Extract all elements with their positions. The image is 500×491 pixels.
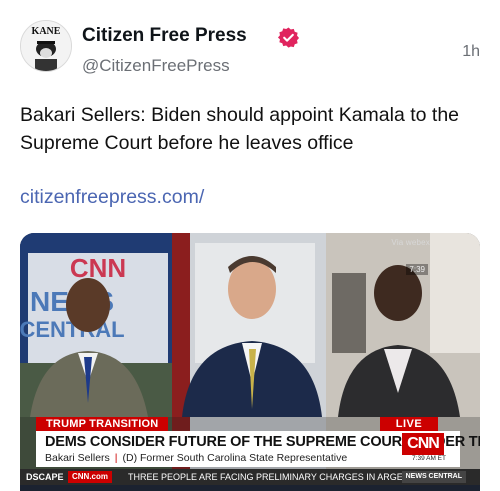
via-webex-label: Via webex [391,238,430,247]
verified-badge-icon [277,27,300,48]
avatar-image: KANE [21,21,71,71]
ticker-cnn-badge: CNN.com [68,471,113,483]
live-badge: LIVE [380,417,438,431]
cnn-logo: CNN [402,433,444,455]
post-card: KANE Citizen Free Press @CitizenFreePres… [0,0,500,491]
chyron-guest: Bakari Sellers | (D) Former South Carolina… [45,452,347,464]
avatar-logo-text: KANE [32,26,61,37]
guest-title: (D) Former South Carolina State Represen… [122,452,348,464]
topic-tag: TRUMP TRANSITION [36,417,169,431]
display-name[interactable]: Citizen Free Press [82,25,247,47]
post-link[interactable]: citizenfreepress.com/ [20,186,204,209]
post-text: Bakari Sellers: Biden should appoint Kam… [20,104,460,154]
lower-third-tag-row: TRUMP TRANSITION LIVE [36,417,460,431]
guest-name: Bakari Sellers [45,452,110,464]
post-media-video-still[interactable]: CNN NEWS CENTRAL [20,233,480,491]
post-timestamp[interactable]: 1h [462,43,480,61]
chyron: DEMS CONSIDER FUTURE OF THE SUPREME COUR… [36,431,480,467]
ticker-left-text: DSCAPE [26,472,64,482]
clock-badge: 7:39 [406,264,428,275]
ticker-news-central-badge: NEWS CENTRAL [401,471,466,483]
news-ticker: DSCAPE CNN.com THREE PEOPLE ARE FACING P… [20,469,480,485]
svg-text:CNN: CNN [70,253,126,283]
ticker-headline: THREE PEOPLE ARE FACING PRELIMINARY CHAR… [128,472,415,482]
avatar[interactable]: KANE [20,20,72,72]
chyron-time: 7:39 AM ET [412,455,446,462]
user-handle[interactable]: @CitizenFreePress [82,56,230,76]
guest-separator: | [114,452,118,464]
